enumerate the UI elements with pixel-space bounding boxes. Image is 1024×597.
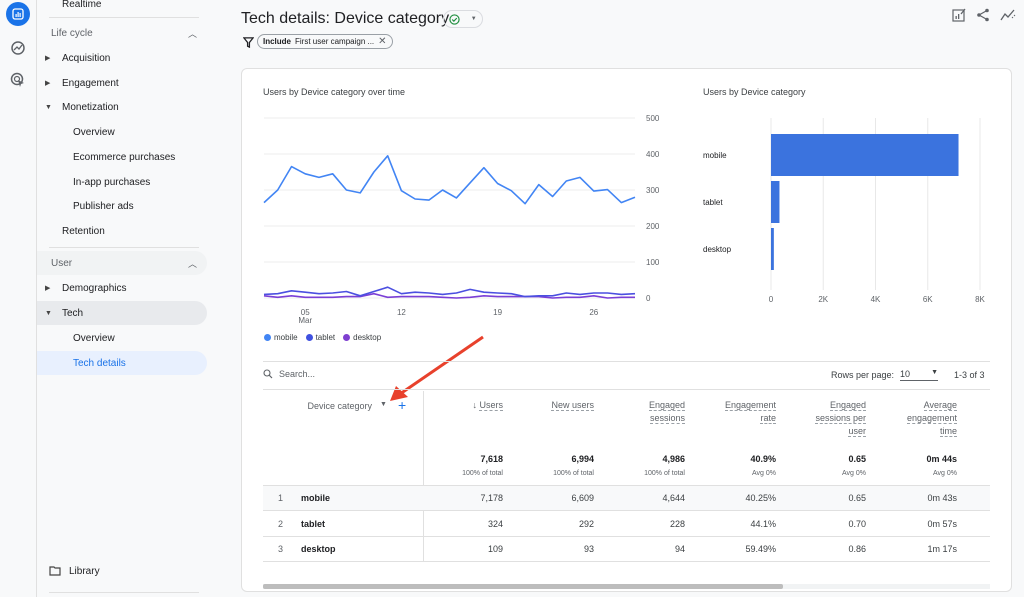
- chart-legend: mobile tablet desktop: [264, 333, 381, 342]
- legend-item-mobile[interactable]: mobile: [264, 333, 298, 342]
- row-dimension-value[interactable]: desktop: [301, 544, 336, 554]
- divider: [263, 361, 990, 362]
- search-input[interactable]: Search...: [279, 369, 315, 379]
- cell-value: 0m 57s: [927, 518, 957, 529]
- total-subtext: Avg 0%: [752, 470, 776, 477]
- bar-tablet: [771, 181, 780, 223]
- total-subtext: 100% of total: [553, 470, 594, 477]
- search-icon: [263, 369, 273, 379]
- x-tick-label: 8K: [975, 295, 985, 304]
- table-row[interactable]: 2 tablet 324 292 228 44.1% 0.70 0m 57s: [263, 512, 990, 537]
- table-row[interactable]: 3 desktop 109 93 94 59.49% 0.86 1m 17s: [263, 537, 990, 562]
- cell-value: 228: [669, 518, 685, 529]
- x-tick-label: 19: [493, 308, 502, 317]
- series-line-mobile: [263, 155, 636, 205]
- table-row[interactable]: 1 mobile 7,178 6,609 4,644 40.25% 0.65 0m 43s: [263, 486, 990, 511]
- cell-value: 0.86: [848, 544, 866, 554]
- cell-value: 1m 17s: [927, 544, 957, 554]
- category-label: mobile: [703, 151, 727, 160]
- x-tick-label: 2K: [818, 295, 828, 304]
- total-value: 0.65: [848, 454, 866, 464]
- cell-value: 0m 43s: [927, 493, 957, 503]
- table-search[interactable]: Search...: [263, 369, 315, 379]
- row-index: 3: [278, 544, 284, 554]
- pagination-range: 1-3 of 3: [954, 370, 985, 380]
- total-subtext: 100% of total: [644, 470, 685, 477]
- cell-value: 4,644: [662, 493, 685, 503]
- cell-value: 0.65: [848, 493, 866, 503]
- caret-down-icon: ▼: [931, 369, 939, 376]
- total-value: 6,994: [571, 454, 594, 464]
- rows-per-page-select[interactable]: 10 ▼: [900, 369, 939, 381]
- category-label: tablet: [703, 198, 723, 207]
- y-tick-label: 300: [646, 186, 660, 195]
- total-value: 40.9%: [750, 454, 776, 464]
- row-index: 2: [278, 518, 284, 529]
- y-tick-label: 100: [646, 258, 660, 267]
- total-subtext: 100% of total: [462, 470, 503, 477]
- category-label: desktop: [703, 245, 732, 254]
- total-value: 0m 44s: [926, 454, 957, 464]
- series-line-tablet: [263, 286, 636, 298]
- cell-value: 93: [583, 544, 594, 554]
- x-tick-label: Mar: [298, 316, 312, 325]
- x-tick-label: 6K: [923, 295, 933, 304]
- bar-mobile: [771, 134, 959, 176]
- bar-desktop: [771, 228, 774, 270]
- caret-down-icon[interactable]: ▼: [380, 401, 387, 408]
- column-header[interactable]: Engagement rate: [696, 399, 776, 425]
- cell-value: 6,609: [571, 493, 594, 503]
- y-tick-label: 400: [646, 150, 660, 159]
- column-header[interactable]: New users: [514, 399, 594, 412]
- x-tick-label: 0: [769, 295, 774, 304]
- y-tick-label: 500: [646, 114, 660, 123]
- x-tick-label: 4K: [871, 295, 881, 304]
- row-index: 1: [278, 493, 284, 503]
- cell-value: 0.70: [848, 518, 866, 529]
- cell-value: 94: [674, 544, 685, 554]
- cell-value: 40.25%: [745, 493, 776, 503]
- add-dimension-button[interactable]: +: [398, 397, 406, 413]
- cell-value: 59.49%: [745, 544, 776, 554]
- column-header[interactable]: Average engagement time: [877, 399, 957, 438]
- rows-per-page: Rows per page: 10 ▼ 1-3 of 3: [831, 369, 985, 381]
- legend-item-tablet[interactable]: tablet: [305, 333, 335, 342]
- x-tick-label: 26: [589, 308, 598, 317]
- cell-value: 324: [487, 518, 503, 529]
- column-header[interactable]: Engaged sessions per user: [786, 399, 866, 438]
- y-tick-label: 200: [646, 222, 660, 231]
- cell-value: 292: [578, 518, 594, 529]
- row-dimension-value[interactable]: mobile: [301, 493, 330, 503]
- cell-value: 7,178: [480, 493, 503, 503]
- total-subtext: Avg 0%: [842, 470, 866, 477]
- column-header[interactable]: Engaged sessions: [605, 399, 685, 425]
- total-subtext: Avg 0%: [933, 470, 957, 477]
- row-dimension-value[interactable]: tablet: [301, 519, 325, 529]
- column-header[interactable]: ↓ Users: [423, 399, 503, 412]
- dimension-header[interactable]: Device category: [290, 400, 372, 413]
- legend-item-desktop[interactable]: desktop: [343, 333, 381, 342]
- x-tick-label: 12: [397, 308, 406, 317]
- horizontal-scrollbar[interactable]: [263, 584, 783, 589]
- cell-value: 44.1%: [750, 518, 776, 529]
- cell-value: 109: [487, 544, 503, 554]
- divider: [263, 389, 990, 390]
- total-value: 4,986: [662, 454, 685, 464]
- y-tick-label: 0: [646, 294, 651, 303]
- total-value: 7,618: [480, 454, 503, 464]
